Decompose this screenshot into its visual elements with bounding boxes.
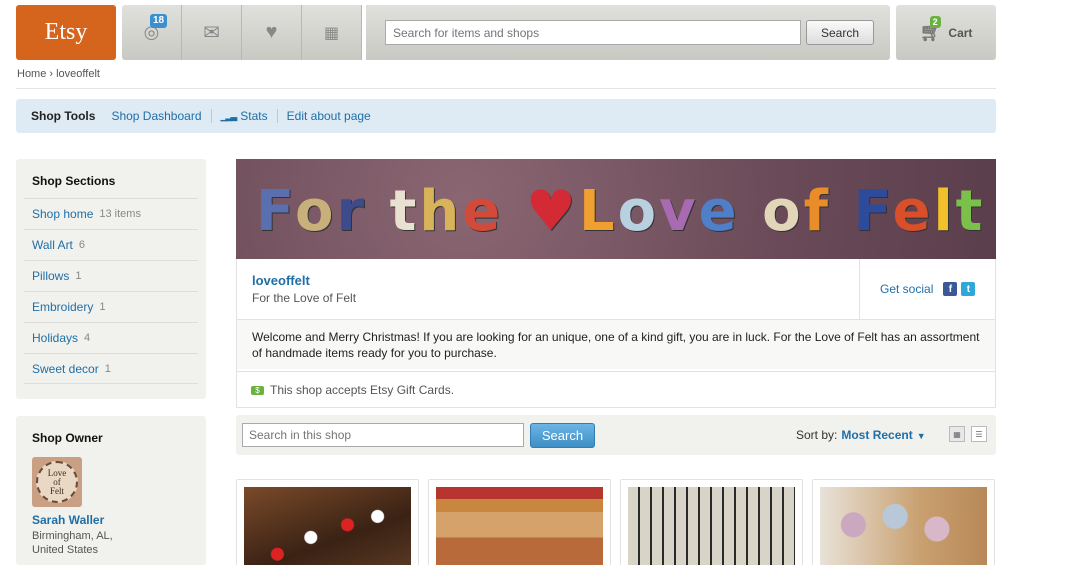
section-count: 6 [78,239,86,251]
section-shop-home[interactable]: Shop home 13 items [24,198,198,229]
edit-about-page-link[interactable]: Edit about page [287,109,371,123]
divider [276,109,278,123]
mail-icon: ✉ [203,22,220,44]
sort-label: Sort by: [796,428,838,442]
breadcrumb[interactable]: Home › loveoffelt [17,68,100,80]
social-links: Get social f t [859,259,996,319]
cart-button[interactable]: 🛒︎ 2 Cart [896,5,996,60]
get-social-link[interactable]: Get social [880,282,933,296]
listing-card[interactable] [812,479,995,565]
chevron-down-icon[interactable]: ▼ [917,431,926,441]
divider [16,88,996,89]
shop-search-button[interactable]: Search [530,423,595,448]
gift-card-text: This shop accepts Etsy Gift Cards. [270,383,455,397]
shop-banner: For the ♥Love of Felt [236,159,996,259]
shop-info-box: loveoffelt For the Love of Felt Get soci… [236,259,996,408]
listing-image[interactable] [436,487,603,565]
activity-badge: 18 [150,14,168,28]
section-wall-art[interactable]: Wall Art 6 [24,229,198,260]
divider [210,109,212,123]
shop-search-bar: Search Sort by:Most Recent ▼ ▦ ☰ [236,415,996,455]
sort-value[interactable]: Most Recent [841,428,912,442]
shop-search-input[interactable] [242,423,524,447]
grid-view-icon[interactable]: ▦ [949,426,965,442]
listing-card[interactable] [236,479,419,565]
twitter-icon[interactable]: t [961,282,976,296]
global-search-input[interactable] [385,20,801,45]
sort-control[interactable]: Sort by: Most Recent ▼ [796,428,926,442]
section-count: 13 items [99,208,141,220]
listing-card[interactable] [620,479,803,565]
avatar[interactable]: Love of Felt [32,457,82,507]
cart-count-badge: 2 [929,16,941,28]
cart-icon: 🛒︎ 2 [919,16,943,42]
shop-owner-title: Shop Owner [32,431,103,445]
shop-icon: ▦ [323,24,340,42]
global-search-button[interactable]: Search [806,20,874,45]
shop-tools-title: Shop Tools [31,109,96,123]
favorites-button[interactable]: ♥ [242,5,302,60]
section-label: Pillows [32,269,70,283]
global-search-bar: Search [366,5,890,60]
listing-image[interactable] [244,487,411,565]
facebook-icon[interactable]: f [943,282,958,296]
your-shop-button[interactable]: ▦ [302,5,362,60]
messages-button[interactable]: ✉ [182,5,242,60]
shop-owner-panel: Shop Owner Love of Felt Sarah Waller Birmi… [16,416,206,565]
etsy-logo[interactable]: Etsy [16,5,116,60]
heart-icon: ♥ [265,21,278,43]
section-sweet-decor[interactable]: Sweet decor 1 [24,353,198,384]
section-label: Shop home [32,207,94,221]
section-pillows[interactable]: Pillows 1 [24,260,198,291]
owner-name-link[interactable]: Sarah Waller [24,507,198,527]
shop-dashboard-link[interactable]: Shop Dashboard [111,109,201,123]
shop-title: For the Love of Felt [252,291,357,305]
shop-sections-panel: Shop Sections Shop home 13 items Wall Art… [16,159,206,399]
shop-name-link[interactable]: loveoffelt [252,273,310,288]
section-embroidery[interactable]: Embroidery 1 [24,291,198,322]
section-count: 1 [99,301,106,313]
gift-card-icon: $ [251,385,264,395]
stats-icon: ▁▂▃ [220,110,238,121]
listing-image[interactable] [820,487,987,565]
banner-felt-lettering: For the ♥Love of Felt [256,179,986,244]
section-holidays[interactable]: Holidays 4 [24,322,198,353]
section-count: 1 [75,270,82,282]
gift-card-notice: $ This shop accepts Etsy Gift Cards. [237,371,995,408]
shop-announcement: Welcome and Merry Christmas! If you are … [237,319,995,369]
section-label: Embroidery [32,300,94,314]
activity-button[interactable]: ◎ 18 [122,5,182,60]
section-count: 4 [84,332,91,344]
list-view-icon[interactable]: ☰ [971,426,987,442]
owner-location: Birmingham, AL, United States [32,530,113,556]
avatar-logo-icon: Love of Felt [36,461,78,503]
shop-sections-title: Shop Sections [32,174,116,188]
section-label: Wall Art [32,238,73,252]
cart-label: Cart [948,25,973,40]
section-count: 1 [104,362,111,375]
section-label: Sweet decor [32,361,99,376]
shop-tools-bar: Shop Tools Shop Dashboard ▁▂▃ Stats Edit… [16,99,996,133]
listing-image[interactable] [628,487,795,565]
listing-card[interactable] [428,479,611,565]
section-label: Holidays [32,331,79,345]
stats-link[interactable]: Stats [240,109,267,123]
